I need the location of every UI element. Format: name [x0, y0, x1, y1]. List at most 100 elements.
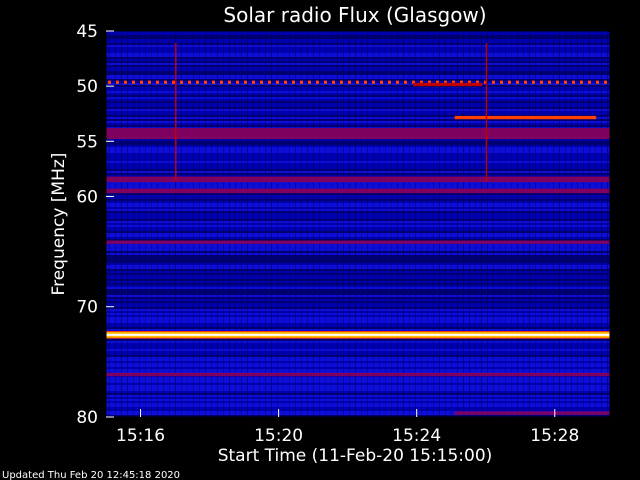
time-streak: [415, 31, 416, 417]
time-streak: [139, 31, 140, 417]
emission-event: [413, 82, 483, 87]
time-streak: [577, 31, 578, 417]
time-streak: [211, 31, 212, 417]
dotted-emission: [516, 80, 519, 84]
dotted-emission: [308, 80, 311, 84]
x-tick-label: 15:28: [530, 426, 579, 446]
dotted-emission: [572, 80, 575, 84]
dotted-emission: [588, 80, 591, 84]
time-streak: [463, 31, 464, 417]
time-streak: [181, 31, 182, 417]
time-streak: [283, 31, 284, 417]
dotted-emission: [148, 80, 151, 84]
time-streak: [361, 31, 362, 417]
dotted-emission: [596, 80, 599, 84]
dotted-emission: [356, 80, 359, 84]
time-streak: [535, 31, 536, 417]
dotted-emission: [372, 80, 375, 84]
dotted-emission: [492, 80, 495, 84]
time-streak: [259, 31, 260, 417]
time-streak: [541, 31, 542, 417]
time-streak: [121, 31, 122, 417]
time-streak: [373, 31, 374, 417]
burst-spike: [485, 43, 488, 181]
dotted-emission: [108, 80, 111, 84]
time-streak: [553, 31, 554, 417]
dotted-emission: [276, 80, 279, 84]
time-streak: [223, 31, 224, 417]
time-streak: [253, 31, 254, 417]
dotted-emission: [532, 80, 535, 84]
time-streak: [301, 31, 302, 417]
dotted-emission: [580, 80, 583, 84]
time-streak: [289, 31, 290, 417]
dotted-emission: [172, 80, 175, 84]
time-streak: [367, 31, 368, 417]
time-streak: [241, 31, 242, 417]
time-streak: [583, 31, 584, 417]
y-axis-label: Frequency [MHz]: [49, 153, 69, 296]
time-streak: [457, 31, 458, 417]
time-streak: [229, 31, 230, 417]
dotted-emission: [396, 80, 399, 84]
time-streak: [505, 31, 506, 417]
dotted-emission: [324, 80, 327, 84]
time-streak: [529, 31, 530, 417]
time-streak: [307, 31, 308, 417]
dotted-emission: [188, 80, 191, 84]
dotted-emission: [140, 80, 143, 84]
dotted-emission: [164, 80, 167, 84]
y-tick-label: 70: [76, 298, 98, 318]
time-streak: [565, 31, 566, 417]
dotted-emission: [548, 80, 551, 84]
dotted-emission: [132, 80, 135, 84]
time-streak: [187, 31, 188, 417]
time-streak: [343, 31, 344, 417]
time-streak: [385, 31, 386, 417]
time-streak: [271, 31, 272, 417]
time-streak: [205, 31, 206, 417]
time-streak: [247, 31, 248, 417]
time-streak: [559, 31, 560, 417]
interference-band: [106, 176, 610, 183]
dotted-emission: [508, 80, 511, 84]
time-streak: [409, 31, 410, 417]
time-streak: [319, 31, 320, 417]
time-streak: [499, 31, 500, 417]
dotted-emission: [340, 80, 343, 84]
dotted-emission: [524, 80, 527, 84]
time-streak: [355, 31, 356, 417]
dotted-emission: [316, 80, 319, 84]
time-streak: [163, 31, 164, 417]
time-streak: [421, 31, 422, 417]
time-streak: [109, 31, 110, 417]
interference-band: [106, 128, 610, 140]
dotted-emission: [564, 80, 567, 84]
time-streak: [607, 31, 608, 417]
time-streak: [595, 31, 596, 417]
time-streak: [589, 31, 590, 417]
interference-band: [106, 372, 610, 377]
time-streak: [517, 31, 518, 417]
x-tick-label: 15:16: [116, 426, 165, 446]
time-streak: [145, 31, 146, 417]
time-streak: [349, 31, 350, 417]
emission-event: [454, 115, 597, 120]
dotted-emission: [124, 80, 127, 84]
dotted-emission: [556, 80, 559, 84]
dotted-emission: [284, 80, 287, 84]
dotted-emission: [260, 80, 263, 84]
time-streak: [277, 31, 278, 417]
dotted-emission: [388, 80, 391, 84]
dotted-emission: [292, 80, 295, 84]
time-streak: [397, 31, 398, 417]
time-streak: [403, 31, 404, 417]
x-tick-label: 15:24: [392, 426, 441, 446]
time-streak: [469, 31, 470, 417]
time-streak: [157, 31, 158, 417]
interference-band: [106, 188, 610, 194]
dotted-emission: [180, 80, 183, 84]
time-streak: [235, 31, 236, 417]
burst-spike: [175, 43, 177, 181]
time-streak: [379, 31, 380, 417]
